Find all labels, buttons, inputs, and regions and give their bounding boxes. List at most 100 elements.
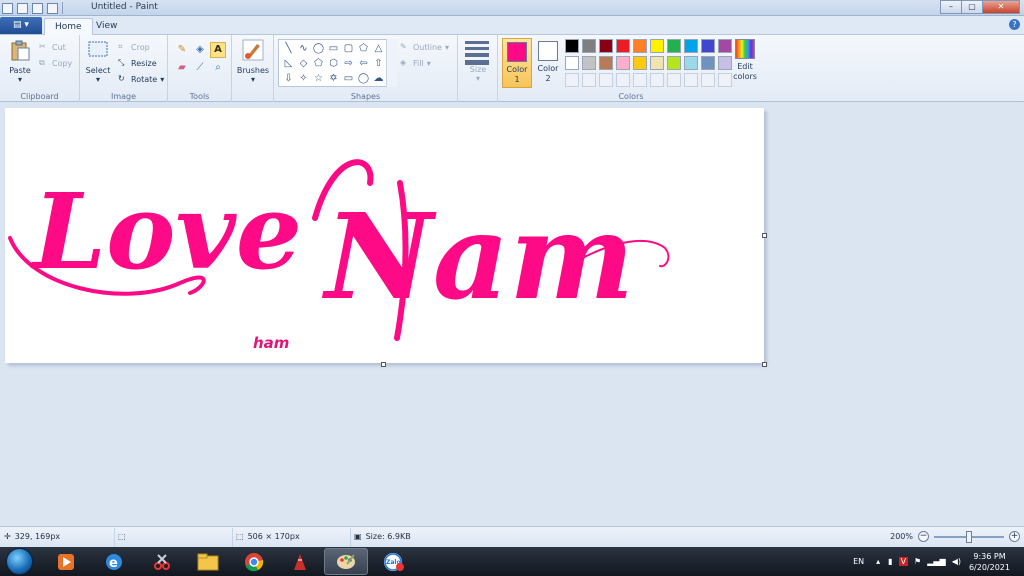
palette-swatch[interactable] [633,56,647,70]
palette-swatch[interactable] [633,73,647,87]
start-button[interactable] [6,548,33,575]
diamond-shape-icon[interactable]: ◇ [296,56,311,71]
clock[interactable]: 9:36 PM 6/20/2021 [969,551,1010,573]
resize-handle-corner[interactable] [762,362,767,367]
palette-swatch[interactable] [582,39,596,53]
maximize-button[interactable]: ▢ [961,0,983,14]
action-center-icon[interactable]: ⚑ [914,557,921,566]
right-arrow-shape-icon[interactable]: ⇨ [341,56,356,71]
chrome-icon[interactable] [232,548,276,575]
shapes-scrollbar[interactable] [386,39,397,87]
palette-swatch[interactable] [667,56,681,70]
text-tool-button[interactable]: A [210,42,226,58]
palette-swatch[interactable] [684,56,698,70]
antivirus-icon[interactable]: V [898,557,909,566]
palette-swatch[interactable] [718,39,732,53]
undo-icon[interactable] [32,2,43,14]
resize-handle-right[interactable] [762,233,767,238]
crop-button[interactable]: ⌗ Crop [118,40,150,54]
down-arrow-shape-icon[interactable]: ⇩ [281,71,296,86]
color2-button[interactable]: Color 2 [533,38,563,88]
pentagon-shape-icon[interactable]: ⬠ [311,56,326,71]
callout-oval-shape-icon[interactable]: ◯ [356,71,371,86]
paste-button[interactable]: Paste ▾ [4,39,36,84]
copy-button[interactable]: ⧉ Copy [39,56,72,70]
brushes-button[interactable]: Brushes ▾ [235,39,271,84]
select-button[interactable]: Select ▾ [84,39,112,84]
palette-swatch[interactable] [684,39,698,53]
palette-swatch[interactable] [633,39,647,53]
palette-swatch[interactable] [565,56,579,70]
palette-swatch[interactable] [616,39,630,53]
callout-rect-shape-icon[interactable]: ▭ [341,71,356,86]
polygon-shape-icon[interactable]: ⬠ [356,41,371,56]
zoom-slider[interactable] [934,530,1004,543]
palette-swatch[interactable] [599,39,613,53]
palette-swatch[interactable] [565,73,579,87]
drawing-canvas[interactable]: Love Nam ham [5,108,764,363]
paint-app-icon[interactable] [2,2,13,14]
palette-swatch[interactable] [667,39,681,53]
palette-swatch[interactable] [718,56,732,70]
curve-shape-icon[interactable]: ∿ [296,41,311,56]
five-point-star-shape-icon[interactable]: ☆ [311,71,326,86]
up-arrow-shape-icon[interactable]: ⇧ [371,56,386,71]
resize-handle-bottom[interactable] [381,362,386,367]
zoom-slider-thumb[interactable] [966,530,972,543]
color1-button[interactable]: Color 1 [502,38,532,88]
help-icon[interactable]: ? [1009,19,1020,30]
cut-button[interactable]: ✂ Cut [39,40,66,54]
outline-button[interactable]: ✎ Outline ▾ [400,40,449,54]
pencil-app-icon[interactable] [278,548,322,575]
fill-bucket-icon[interactable]: ◈ [192,42,208,58]
six-point-star-shape-icon[interactable]: ✡ [326,71,341,86]
size-button[interactable]: Size ▾ [458,65,498,83]
rounded-rectangle-shape-icon[interactable]: ▢ [341,41,356,56]
palette-swatch[interactable] [667,73,681,87]
eraser-icon[interactable]: ▰ [174,60,190,76]
rectangle-shape-icon[interactable]: ▭ [326,41,341,56]
volume-icon[interactable]: ◀) [952,557,961,566]
zoom-out-button[interactable]: − [918,531,929,542]
palette-swatch[interactable] [701,73,715,87]
minimize-button[interactable]: – [940,0,962,14]
cloud-callout-shape-icon[interactable]: ☁ [371,71,386,86]
language-indicator[interactable]: EN [853,557,864,566]
tab-view[interactable]: View [86,18,127,35]
palette-swatch[interactable] [701,56,715,70]
resize-button[interactable]: ⤡ Resize [118,56,157,70]
paint-taskbar-icon[interactable] [324,548,368,575]
palette-swatch[interactable] [582,56,596,70]
palette-swatch[interactable] [582,73,596,87]
zoom-in-button[interactable]: + [1009,531,1020,542]
hexagon-shape-icon[interactable]: ⬡ [326,56,341,71]
palette-swatch[interactable] [616,73,630,87]
edit-colors-button[interactable]: Edit colors [732,39,758,82]
pencil-icon[interactable]: ✎ [174,42,190,58]
close-button[interactable]: ✕ [982,0,1020,14]
color-picker-icon[interactable]: ⟋ [192,60,208,76]
palette-swatch[interactable] [718,73,732,87]
palette-swatch[interactable] [616,56,630,70]
line-shape-icon[interactable]: ╲ [281,41,296,56]
snipping-tool-icon[interactable] [140,548,184,575]
triangle-shape-icon[interactable]: △ [371,41,386,56]
internet-explorer-icon[interactable]: e [92,548,136,575]
palette-swatch[interactable] [701,39,715,53]
save-icon[interactable] [17,2,28,14]
rotate-button[interactable]: ↻ Rotate ▾ [118,72,164,86]
palette-swatch[interactable] [650,56,664,70]
palette-swatch[interactable] [650,39,664,53]
file-explorer-icon[interactable] [186,548,230,575]
palette-swatch[interactable] [684,73,698,87]
media-player-icon[interactable] [44,548,88,575]
palette-swatch[interactable] [599,73,613,87]
file-menu-button[interactable]: ▤ ▾ [0,17,42,34]
oval-shape-icon[interactable]: ◯ [311,41,326,56]
palette-swatch[interactable] [599,56,613,70]
network-icon[interactable]: ▂▄▆ [927,557,945,566]
zalo-icon[interactable]: Zalo [372,548,416,575]
right-triangle-shape-icon[interactable]: ◺ [281,56,296,71]
usb-icon[interactable]: ▮ [888,557,892,566]
four-point-star-shape-icon[interactable]: ✧ [296,71,311,86]
